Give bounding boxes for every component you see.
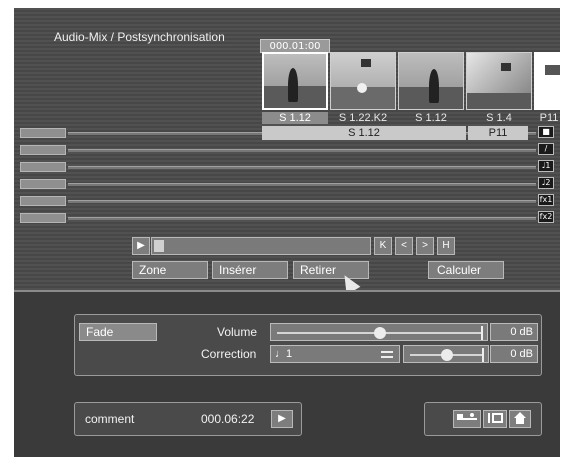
thumbnail-scene-2[interactable] [330,52,396,110]
position-slider[interactable] [151,237,371,255]
page-title: Audio-Mix / Postsynchronisation [54,30,225,44]
correction-db-readout: 0 dB [490,345,538,363]
thumbnail-scene-1[interactable] [262,52,328,110]
calculate-button[interactable]: Calculer [428,261,504,279]
frame: Audio-Mix / Postsynchronisation 000.01:0… [0,0,564,457]
fx1-icon[interactable]: fx1 [538,194,554,206]
fade-button[interactable]: Fade [79,323,157,341]
track-button[interactable] [20,128,66,138]
application-screen: Audio-Mix / Postsynchronisation 000.01:0… [14,8,560,457]
thumbnail-label: S 1.22.K2 [338,112,388,124]
next-button[interactable]: > [416,237,434,255]
mixer-panel: Fade Volume 0 dB Correction ♩1 0 dB [74,314,542,376]
zone-button[interactable]: Zone [132,261,208,279]
play-button[interactable]: ▶ [271,410,293,428]
track-music-1[interactable]: ♩1 [14,160,560,172]
correction-slider-handle[interactable] [441,349,453,361]
music-1-icon[interactable]: ♩1 [538,160,554,172]
music-edit-icon[interactable] [483,410,507,428]
music-2-icon[interactable]: ♩2 [538,177,554,189]
track-text[interactable]: / [14,143,560,155]
correction-slider[interactable] [403,345,489,363]
track-button[interactable] [20,213,66,223]
timecode-display: 000.01:00 [260,39,330,53]
track-button[interactable] [20,196,66,206]
track-button[interactable] [20,179,66,189]
play-button[interactable]: ▶ [132,237,150,255]
track-video[interactable]: S 1.12 P11 ■ [14,126,560,140]
time-readout: 000.06:22 [201,412,255,426]
video-clip[interactable]: S 1.12 [262,126,466,140]
slider-handle[interactable] [154,240,164,252]
fx2-icon[interactable]: fx2 [538,211,554,223]
camera-icon[interactable]: ■ [538,126,554,138]
thumbnail-scene-4[interactable] [466,52,532,110]
thumbnail-label: P11 [539,112,559,124]
track-music-2[interactable]: ♩2 [14,177,560,189]
first-frame-button[interactable]: K [374,237,392,255]
tools-panel [424,402,542,436]
last-frame-button[interactable]: H [437,237,455,255]
comment-label: comment [85,412,135,426]
volume-slider[interactable] [270,323,488,341]
video-clip[interactable]: P11 [468,126,528,140]
volume-label: Volume [217,325,258,339]
menu-icon [381,351,393,358]
volume-slider-handle[interactable] [374,327,386,339]
track-button[interactable] [20,162,66,172]
thumbnail-scene-5[interactable] [534,52,560,110]
home-icon[interactable] [509,410,531,428]
remove-button[interactable]: Retirer [293,261,369,279]
track-button[interactable] [20,145,66,155]
track-fx-2[interactable]: fx2 [14,211,560,223]
insert-button[interactable]: Insérer [212,261,288,279]
previous-button[interactable]: < [395,237,413,255]
thumbnail-label: S 1.12 [415,112,447,124]
filmstrip: S 1.12 S 1.22.K2 S 1.12 S 1.4 P11 [262,52,560,124]
pencil-icon[interactable]: / [538,143,554,155]
correction-label: Correction [201,347,257,361]
timeline-panel: Audio-Mix / Postsynchronisation 000.01:0… [14,8,560,295]
thumbnail-scene-3[interactable] [398,52,464,110]
scissors-track-icon[interactable] [453,410,481,428]
mixer-area: Fade Volume 0 dB Correction ♩1 0 dB comm… [14,292,560,457]
volume-db-readout: 0 dB [490,323,538,341]
correction-select-value: ♩1 [275,348,293,360]
thumbnail-label: S 1.4 [486,112,512,124]
track-fx-1[interactable]: fx1 [14,194,560,206]
correction-select[interactable]: ♩1 [270,345,400,363]
thumbnail-label: S 1.12 [262,112,328,124]
comment-panel: comment 000.06:22 ▶ [74,402,302,436]
